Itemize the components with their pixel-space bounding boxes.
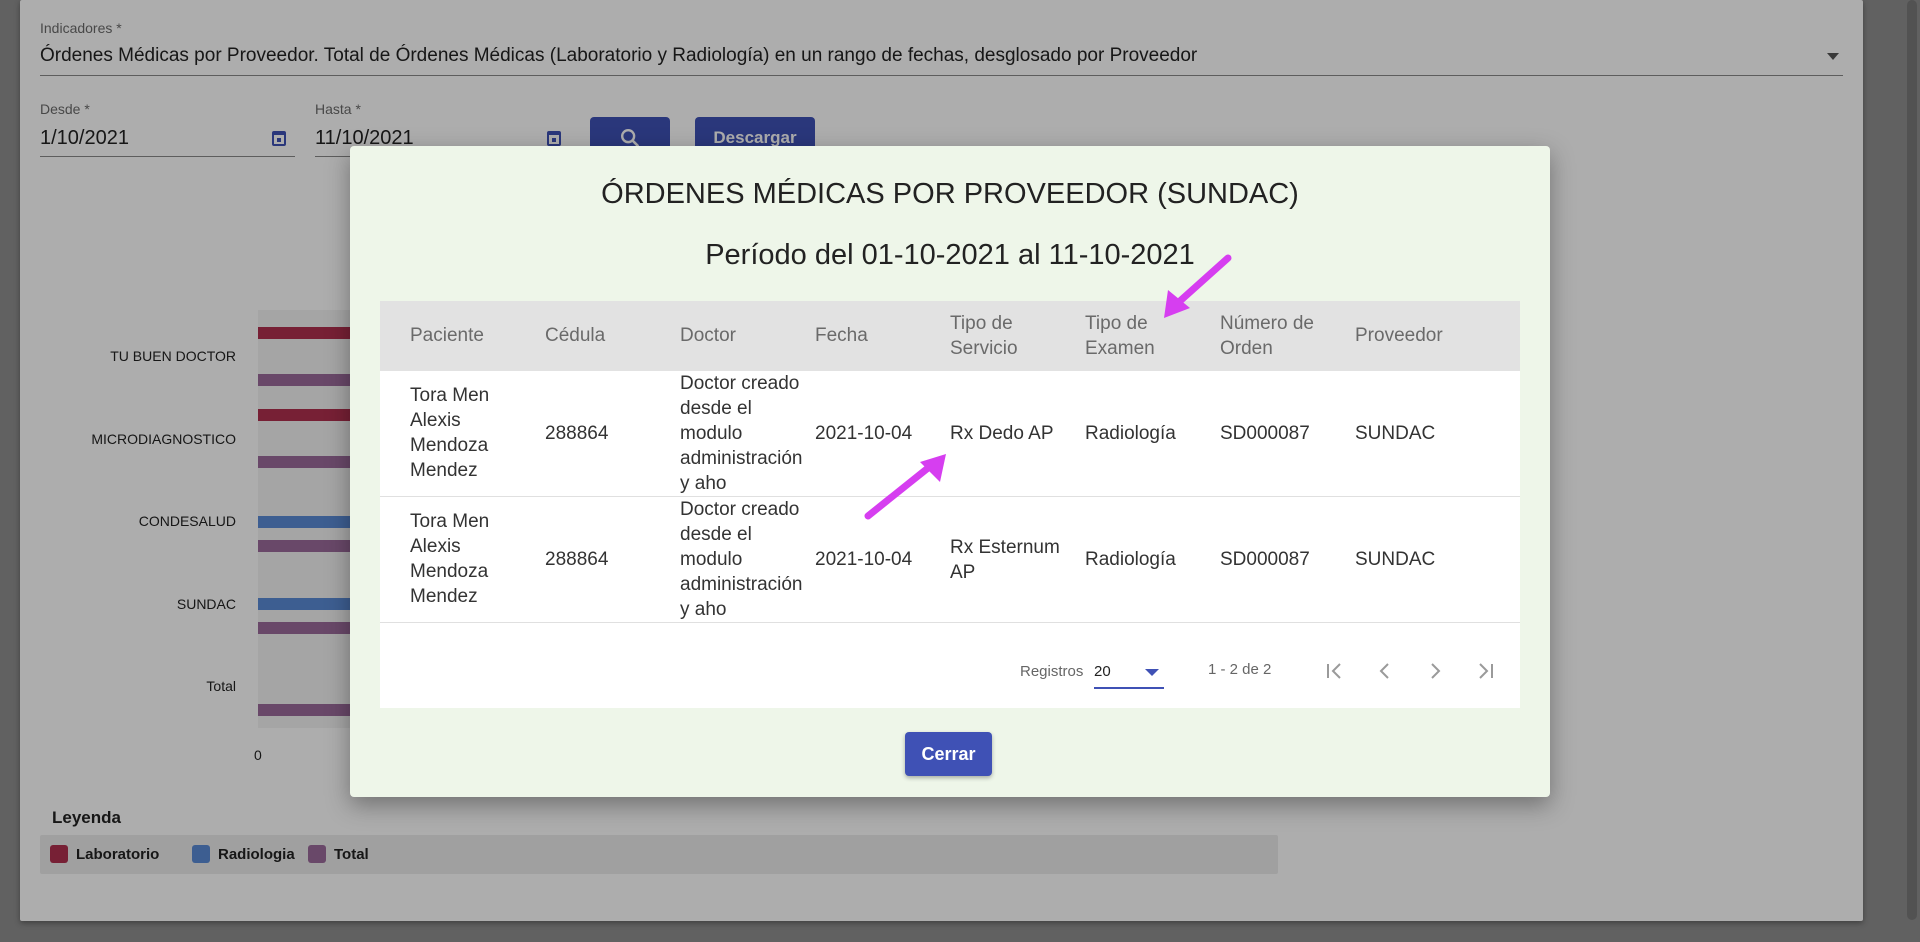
page-size-underline xyxy=(1094,687,1164,689)
cell-cedula: 288864 xyxy=(545,423,609,444)
chevron-left-icon xyxy=(1379,663,1389,679)
col-header-proveedor[interactable]: Proveedor xyxy=(1355,323,1443,348)
paginator-range: 1 - 2 de 2 xyxy=(1208,661,1272,678)
col-header-paciente[interactable]: Paciente xyxy=(410,323,484,348)
table-row[interactable]: Tora Men Alexis Mendoza Mendez 288864 Do… xyxy=(380,371,1520,497)
dialog-title: ÓRDENES MÉDICAS POR PROVEEDOR (SUNDAC) xyxy=(601,178,1299,210)
next-page-button[interactable] xyxy=(1420,656,1450,686)
orders-dialog: ÓRDENES MÉDICAS POR PROVEEDOR (SUNDAC) P… xyxy=(350,146,1550,797)
cell-tipo-examen: Radiología xyxy=(1085,423,1176,444)
cell-fecha: 2021-10-04 xyxy=(815,423,913,444)
close-button[interactable]: Cerrar xyxy=(905,732,992,776)
col-header-tipo-examen[interactable]: Tipo de Examen xyxy=(1085,311,1185,361)
cell-tipo-servicio: Rx Dedo AP xyxy=(950,423,1054,444)
cell-fecha: 2021-10-04 xyxy=(815,549,913,570)
table-header: Paciente Cédula Doctor Fecha Tipo de Ser… xyxy=(380,301,1520,371)
cell-paciente: Tora Men Alexis Mendoza Mendez xyxy=(410,385,490,481)
table-row[interactable]: Tora Men Alexis Mendoza Mendez 288864 Do… xyxy=(380,497,1520,623)
paginator-label: Registros xyxy=(1020,663,1084,680)
page-size-select[interactable]: 20 xyxy=(1094,663,1111,680)
cell-tipo-examen: Radiología xyxy=(1085,549,1176,570)
cell-cedula: 288864 xyxy=(545,549,609,570)
chevron-down-icon[interactable] xyxy=(1145,669,1159,676)
last-page-button[interactable] xyxy=(1470,656,1500,686)
last-page-icon xyxy=(1479,663,1493,679)
col-header-fecha[interactable]: Fecha xyxy=(815,323,868,348)
col-header-cedula[interactable]: Cédula xyxy=(545,323,605,348)
cell-proveedor: SUNDAC xyxy=(1355,549,1436,570)
col-header-numero-orden[interactable]: Número de Orden xyxy=(1220,311,1330,361)
col-header-tipo-servicio[interactable]: Tipo de Servicio xyxy=(950,311,1060,361)
cell-proveedor: SUNDAC xyxy=(1355,423,1436,444)
paginator: Registros 20 1 - 2 de 2 xyxy=(380,626,1520,706)
first-page-icon xyxy=(1327,663,1341,679)
previous-page-button[interactable] xyxy=(1370,656,1400,686)
cell-numero-orden: SD000087 xyxy=(1220,549,1310,570)
dialog-period: Período del 01-10-2021 al 11-10-2021 xyxy=(705,239,1195,271)
chevron-right-icon xyxy=(1431,663,1441,679)
cell-tipo-servicio: Rx Esternum AP xyxy=(950,537,1060,583)
orders-table: Paciente Cédula Doctor Fecha Tipo de Ser… xyxy=(380,301,1520,708)
first-page-button[interactable] xyxy=(1320,656,1350,686)
cell-doctor: Doctor creado desde el modulo administra… xyxy=(680,373,803,494)
cell-numero-orden: SD000087 xyxy=(1220,423,1310,444)
col-header-doctor[interactable]: Doctor xyxy=(680,323,736,348)
cell-paciente: Tora Men Alexis Mendoza Mendez xyxy=(410,511,490,607)
cell-doctor: Doctor creado desde el modulo administra… xyxy=(680,499,803,620)
